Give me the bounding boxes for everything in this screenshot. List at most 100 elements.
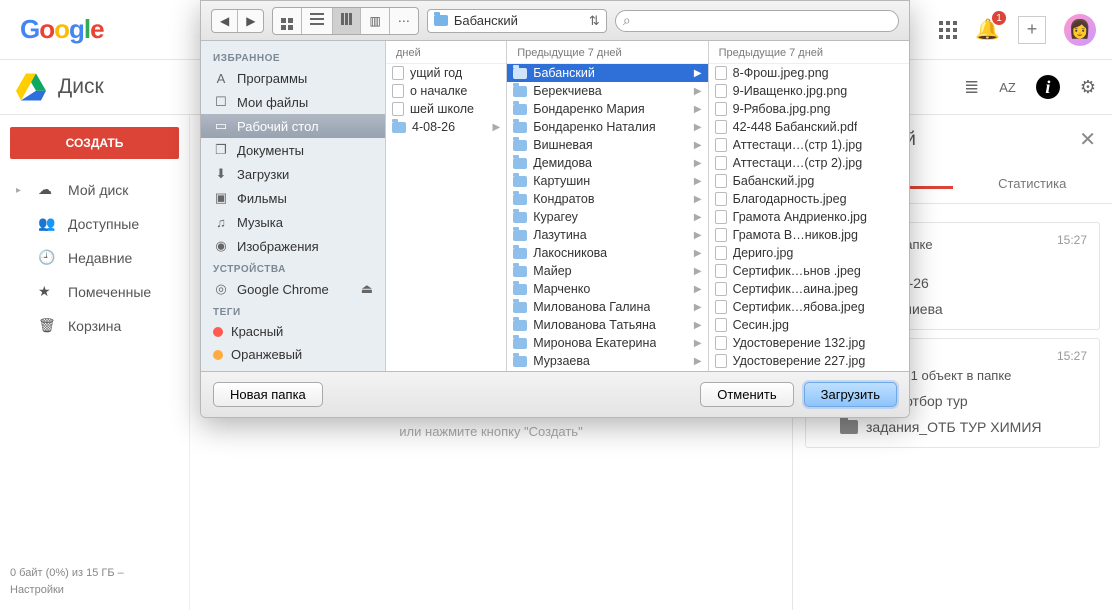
view-list-button[interactable]: [302, 8, 333, 34]
document-icon: [715, 318, 727, 332]
folder-row[interactable]: Миронова Екатерина▶: [507, 334, 707, 352]
folder-row[interactable]: Лазутина▶: [507, 226, 707, 244]
folder-row[interactable]: Бондаренко Мария▶: [507, 100, 707, 118]
view-more-button[interactable]: ⋯: [390, 8, 418, 34]
file-row[interactable]: 42-448 Бабанский.pdf: [709, 118, 909, 136]
picker-sidebar-item[interactable]: ☐Мои файлы: [201, 90, 385, 114]
file-row[interactable]: Грамота Андриенко.jpg: [709, 208, 909, 226]
file-row[interactable]: ущий год: [386, 64, 506, 82]
document-icon: [715, 354, 727, 368]
sidebar-item-label: Недавние: [68, 250, 132, 266]
nav-forward-button[interactable]: ▶: [238, 10, 263, 32]
picker-sidebar-item[interactable]: ❐Документы: [201, 138, 385, 162]
file-row[interactable]: Благодарность.jpeg: [709, 190, 909, 208]
folder-row[interactable]: Милованова Татьяна▶: [507, 316, 707, 334]
sidebar-icon: ▭: [213, 118, 229, 134]
sidebar-item-1[interactable]: 👥Доступные: [10, 207, 179, 241]
view-columns-button[interactable]: [333, 8, 361, 34]
chevron-right-icon: ▶: [694, 338, 702, 349]
file-row[interactable]: Дериго.jpg: [709, 244, 909, 262]
folder-row[interactable]: Демидова▶: [507, 154, 707, 172]
file-row[interactable]: Сертифик…ябова.jpeg: [709, 298, 909, 316]
sidebar-item-2[interactable]: 🕘Недавние: [10, 241, 179, 275]
folder-row[interactable]: Лакосникова▶: [507, 244, 707, 262]
nav-back-button[interactable]: ◀: [212, 10, 238, 32]
file-row[interactable]: Сертифик…ьнов .jpeg: [709, 262, 909, 280]
picker-sidebar: ИЗБРАННОЕ AПрограммы☐Мои файлы▭Рабочий с…: [201, 41, 386, 371]
view-icons-button[interactable]: [273, 8, 302, 34]
picker-sidebar-item[interactable]: ♫Музыка: [201, 210, 385, 234]
document-icon: [392, 122, 406, 133]
picker-sidebar-item[interactable]: ◎Google Chrome⏏: [201, 277, 385, 301]
column-header: Предыдущие 7 дней: [507, 41, 707, 64]
picker-sidebar-item[interactable]: ⬇Загрузки: [201, 162, 385, 186]
sidebar-item-4[interactable]: 🗑Корзина: [10, 309, 179, 343]
file-row[interactable]: Сертифик…аина.jpeg: [709, 280, 909, 298]
folder-row[interactable]: Майер▶: [507, 262, 707, 280]
storage-settings-link[interactable]: Настройки: [10, 582, 179, 599]
close-icon[interactable]: ✕: [1079, 127, 1096, 152]
file-row[interactable]: 8-Фрош.jpeg.png: [709, 64, 909, 82]
file-row[interactable]: Аттестаци…(стр 2).jpg: [709, 154, 909, 172]
view-list-icon[interactable]: ≣: [964, 77, 979, 98]
folder-icon: [840, 420, 858, 434]
sidebar-item-0[interactable]: ▸☁Мой диск: [10, 173, 179, 207]
folder-row[interactable]: Марченко▶: [507, 280, 707, 298]
apps-grid-icon[interactable]: [939, 21, 957, 39]
details-pane-icon[interactable]: i: [1036, 75, 1060, 99]
path-dropdown[interactable]: Бабанский ⇅: [427, 9, 607, 33]
activity-folder[interactable]: задания_ОТБ ТУР ХИМИЯ: [840, 419, 1087, 435]
sidebar-heading-favorites: ИЗБРАННОЕ: [201, 47, 385, 66]
file-row[interactable]: Удостоверение 227.jpg: [709, 352, 909, 370]
chevron-right-icon: ▶: [493, 122, 501, 133]
folder-row[interactable]: Кондратов▶: [507, 190, 707, 208]
picker-sidebar-item[interactable]: Оранжевый: [201, 343, 385, 366]
chevron-right-icon: ▶: [694, 284, 702, 295]
folder-row[interactable]: Берекчиева▶: [507, 82, 707, 100]
file-row[interactable]: 9-Рябова.jpg.png: [709, 100, 909, 118]
folder-row[interactable]: Милованова Галина▶: [507, 298, 707, 316]
folder-row[interactable]: Бабанский▶: [507, 64, 707, 82]
star-icon: ★: [38, 283, 56, 301]
file-row[interactable]: Удостоверение 132.jpg: [709, 334, 909, 352]
file-row[interactable]: 9-Иващенко.jpg.png: [709, 82, 909, 100]
picker-sidebar-item[interactable]: ◉Изображения: [201, 234, 385, 258]
folder-row[interactable]: Картушин▶: [507, 172, 707, 190]
document-icon: [715, 228, 727, 242]
settings-gear-icon[interactable]: ⚙: [1080, 77, 1096, 98]
file-row[interactable]: шей школе: [386, 100, 506, 118]
folder-row[interactable]: Мурзаева▶: [507, 352, 707, 370]
picker-sidebar-item[interactable]: ▭Рабочий стол: [201, 114, 385, 138]
picker-search-input[interactable]: [615, 10, 899, 32]
folder-icon: [513, 140, 527, 151]
document-icon: [715, 246, 727, 260]
user-avatar[interactable]: 👩: [1064, 14, 1096, 46]
file-row[interactable]: Сесин.jpg: [709, 316, 909, 334]
sidebar-icon: ◉: [213, 238, 229, 254]
view-coverflow-button[interactable]: ▥: [361, 8, 389, 34]
sort-icon[interactable]: AZ: [999, 80, 1016, 95]
plus-button[interactable]: +: [1018, 16, 1046, 44]
folder-row[interactable]: Бондаренко Наталия▶: [507, 118, 707, 136]
cancel-button[interactable]: Отменить: [700, 382, 793, 407]
sidebar-icon: ☐: [213, 94, 229, 110]
folder-row[interactable]: Вишневая▶: [507, 136, 707, 154]
tab-stats[interactable]: Статистика: [953, 164, 1112, 203]
picker-sidebar-item[interactable]: Красный: [201, 320, 385, 343]
document-icon: [715, 174, 727, 188]
picker-sidebar-item[interactable]: ▣Фильмы: [201, 186, 385, 210]
upload-button[interactable]: Загрузить: [804, 382, 897, 407]
new-folder-button[interactable]: Новая папка: [213, 382, 323, 407]
folder-row[interactable]: Курагеу▶: [507, 208, 707, 226]
file-row[interactable]: Бабанский.jpg: [709, 172, 909, 190]
notifications-bell-icon[interactable]: 🔔1: [975, 17, 1000, 42]
picker-sidebar-item[interactable]: AПрограммы: [201, 66, 385, 90]
file-row[interactable]: 4-08-26▶: [386, 118, 506, 136]
create-button[interactable]: СОЗДАТЬ: [10, 127, 179, 159]
sidebar-item-3[interactable]: ★Помеченные: [10, 275, 179, 309]
file-row[interactable]: Грамота В…ников.jpg: [709, 226, 909, 244]
eject-icon[interactable]: ⏏: [361, 281, 373, 297]
sidebar-icon: ⬇: [213, 166, 229, 182]
file-row[interactable]: о началке: [386, 82, 506, 100]
file-row[interactable]: Аттестаци…(стр 1).jpg: [709, 136, 909, 154]
